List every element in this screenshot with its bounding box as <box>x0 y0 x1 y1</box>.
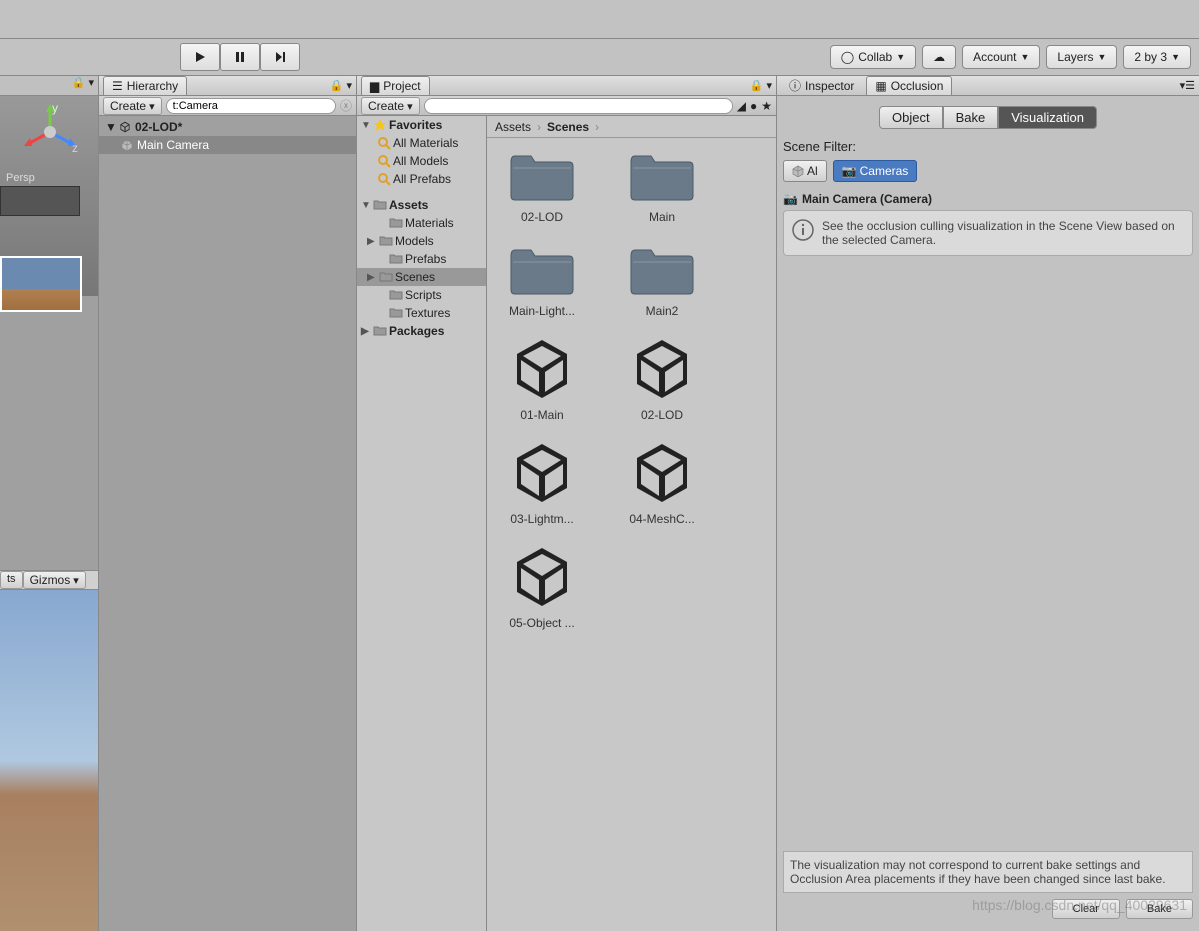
filter-by-type-icon[interactable]: ◢ <box>737 99 746 113</box>
inspector-panel: ⓘInspector ▦Occlusion ▾☰ Object Bake Vis… <box>776 76 1199 931</box>
svg-text:z: z <box>72 141 78 155</box>
scene-overlay[interactable] <box>0 186 80 216</box>
panel-menu-icon[interactable]: 🔒 ▾ <box>330 79 352 92</box>
tree-folder-scenes[interactable]: ▶Scenes <box>357 268 486 286</box>
grid-item-label: 01-Main <box>497 408 587 422</box>
tree-folder[interactable]: Prefabs <box>357 250 486 268</box>
collab-button[interactable]: ◯Collab▼ <box>830 45 916 69</box>
breadcrumb-item[interactable]: Scenes <box>547 120 589 134</box>
camera-icon: 📷 <box>842 164 857 178</box>
panel-menu-icon[interactable]: 🔒 ▾ <box>750 79 772 92</box>
clear-search-icon[interactable]: ⓧ <box>340 97 352 114</box>
tree-fav-item[interactable]: All Materials <box>357 134 486 152</box>
grid-scene[interactable]: 02-LOD <box>617 336 707 422</box>
main-toolbar: ◯Collab▼ ☁ Account▼ Layers▼ 2 by 3▼ <box>0 38 1199 76</box>
camera-preview[interactable] <box>0 256 82 312</box>
svg-text:y: y <box>52 102 58 115</box>
scene-top-bar: 🔒 ▾ <box>0 76 98 96</box>
segment-object[interactable]: Object <box>879 106 943 129</box>
hierarchy-search-input[interactable] <box>166 98 336 114</box>
grid-folder[interactable]: Main2 <box>617 242 707 318</box>
cloud-button[interactable]: ☁ <box>922 45 956 69</box>
filter-all-button[interactable]: Al <box>783 160 827 182</box>
step-button[interactable] <box>260 43 300 71</box>
grid-scene[interactable]: 03-Lightm... <box>497 440 587 526</box>
hierarchy-scene-row[interactable]: ▼ 02-LOD* <box>99 118 356 136</box>
project-breadcrumb: Assets › Scenes › <box>487 116 776 138</box>
hierarchy-tab[interactable]: ☰Hierarchy <box>103 76 187 95</box>
grid-item-label: 05-Object ... <box>497 616 587 630</box>
game-toolbar: ts Gizmos ▾ <box>0 570 98 590</box>
grid-item-label: 02-LOD <box>497 210 587 224</box>
panel-menu-icon[interactable]: ▾☰ <box>1180 79 1195 92</box>
hierarchy-create-button[interactable]: Create ▾ <box>103 97 162 115</box>
occlusion-tab[interactable]: ▦Occlusion <box>866 76 952 95</box>
camera-header: 📷 Main Camera (Camera) <box>783 188 1193 210</box>
tree-folder[interactable]: Textures <box>357 304 486 322</box>
tree-folder[interactable]: ▶Models <box>357 232 486 250</box>
grid-item-label: Main-Light... <box>497 304 587 318</box>
tree-favorites[interactable]: ▼Favorites <box>357 116 486 134</box>
camera-icon: 📷 <box>783 192 798 206</box>
layout-dropdown[interactable]: 2 by 3▼ <box>1123 45 1191 69</box>
project-tree: ▼Favorites All Materials All Models All … <box>357 116 487 931</box>
tree-assets[interactable]: ▼Assets <box>357 196 486 214</box>
filter-by-label-icon[interactable]: ● <box>750 99 757 113</box>
grid-folder[interactable]: Main <box>617 148 707 224</box>
grid-item-label: Main2 <box>617 304 707 318</box>
lock-icon[interactable]: 🔒 ▾ <box>72 76 94 95</box>
scene-views-column: 🔒 ▾ y z Persp ts Gizmos ▾ <box>0 76 98 931</box>
tree-fav-item[interactable]: All Models <box>357 152 486 170</box>
project-panel: ▆Project 🔒 ▾ Create ▾ ◢ ● ★ ▼Favorites A… <box>356 76 776 931</box>
chevron-right-icon: › <box>537 120 541 134</box>
chevron-right-icon: › <box>595 120 599 134</box>
info-icon <box>792 219 814 241</box>
watermark-text: https://blog.csdn.net/qq_40029631 <box>972 897 1187 913</box>
pause-button[interactable] <box>220 43 260 71</box>
account-button[interactable]: Account▼ <box>962 45 1040 69</box>
grid-scene[interactable]: 01-Main <box>497 336 587 422</box>
scene-filter-label: Scene Filter: <box>783 139 1193 154</box>
play-button[interactable] <box>180 43 220 71</box>
footer-warning: The visualization may not correspond to … <box>783 851 1193 893</box>
project-tab[interactable]: ▆Project <box>361 76 430 95</box>
tree-fav-item[interactable]: All Prefabs <box>357 170 486 188</box>
projection-label[interactable]: Persp <box>6 172 35 184</box>
hierarchy-panel: ☰Hierarchy 🔒 ▾ Create ▾ ⓧ ▼ 02-LOD* Main… <box>98 76 356 931</box>
grid-scene[interactable]: 04-MeshC... <box>617 440 707 526</box>
grid-item-label: 02-LOD <box>617 408 707 422</box>
layers-dropdown[interactable]: Layers▼ <box>1046 45 1117 69</box>
inspector-tab[interactable]: ⓘInspector <box>781 75 862 96</box>
gizmos-dropdown[interactable]: Gizmos ▾ <box>23 571 86 589</box>
game-view[interactable] <box>0 590 98 931</box>
project-grid: 02-LOD Main Main-Light... Main2 01-Main 02-LO… <box>487 138 776 931</box>
occlusion-mode-segments: Object Bake Visualization <box>783 106 1193 129</box>
grid-item-label: Main <box>617 210 707 224</box>
ts-button[interactable]: ts <box>0 571 23 589</box>
hierarchy-item[interactable]: Main Camera <box>99 136 356 154</box>
info-message: See the occlusion culling visualization … <box>783 210 1193 256</box>
grid-item-label: 04-MeshC... <box>617 512 707 526</box>
breadcrumb-item[interactable]: Assets <box>495 120 531 134</box>
segment-bake[interactable]: Bake <box>943 106 999 129</box>
segment-visualization[interactable]: Visualization <box>998 106 1097 129</box>
tree-packages[interactable]: ▶Packages <box>357 322 486 340</box>
grid-scene[interactable]: 05-Object ... <box>497 544 587 630</box>
grid-folder[interactable]: Main-Light... <box>497 242 587 318</box>
grid-folder[interactable]: 02-LOD <box>497 148 587 224</box>
tree-folder[interactable]: Materials <box>357 214 486 232</box>
tree-folder[interactable]: Scripts <box>357 286 486 304</box>
save-search-icon[interactable]: ★ <box>761 99 772 113</box>
filter-cameras-button[interactable]: 📷Cameras <box>833 160 918 182</box>
project-create-button[interactable]: Create ▾ <box>361 97 420 115</box>
grid-item-label: 03-Lightm... <box>497 512 587 526</box>
orientation-gizmo-icon[interactable]: y z <box>20 102 80 162</box>
project-search-input[interactable] <box>424 98 733 114</box>
hierarchy-list: ▼ 02-LOD* Main Camera <box>99 116 356 156</box>
scene-view[interactable]: y z Persp <box>0 96 98 296</box>
